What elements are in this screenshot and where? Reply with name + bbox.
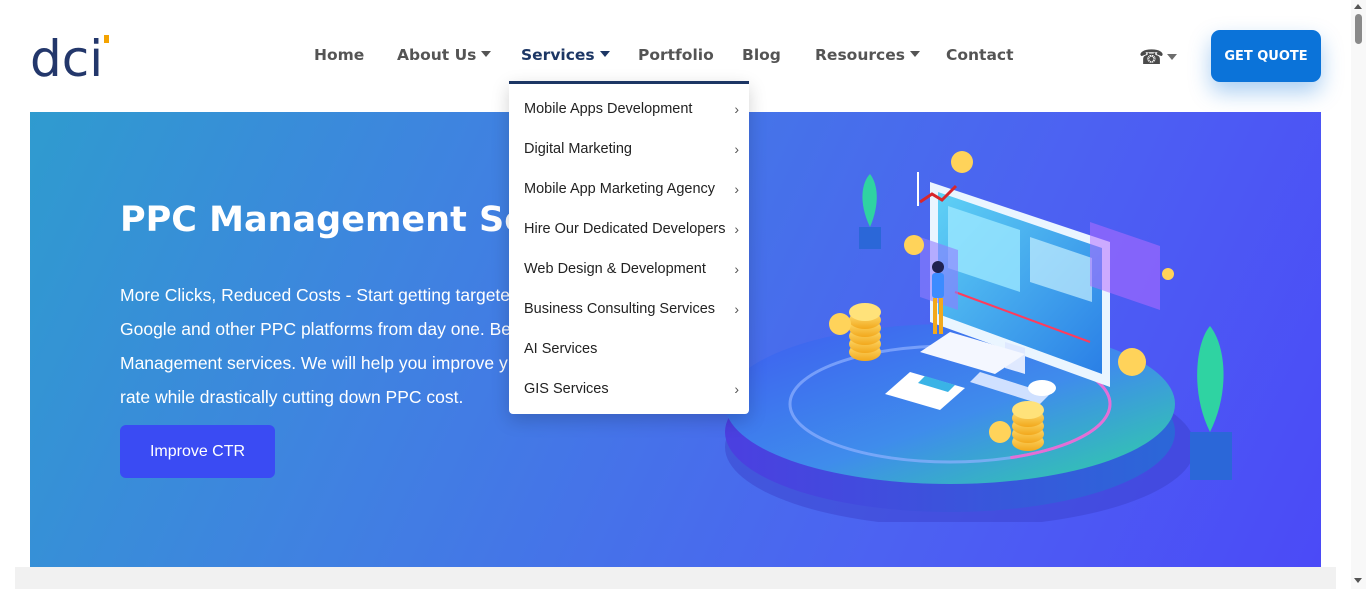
telephone-icon: ☎ bbox=[1139, 47, 1164, 69]
nav-resources[interactable]: Resources bbox=[815, 46, 920, 64]
nav-services-label: Services bbox=[521, 46, 595, 64]
caret-down-icon bbox=[909, 51, 920, 57]
menu-item-label: Hire Our Dedicated Developers bbox=[524, 221, 726, 237]
nav-home[interactable]: Home bbox=[314, 46, 364, 64]
phone-menu[interactable]: ☎ bbox=[1139, 45, 1177, 70]
nav-contact[interactable]: Contact bbox=[946, 46, 1014, 64]
chevron-right-icon: › bbox=[734, 181, 739, 197]
chevron-right-icon: › bbox=[734, 221, 739, 237]
menu-item-label: Mobile Apps Development bbox=[524, 101, 693, 117]
caret-down-icon bbox=[599, 51, 610, 57]
nav-blog[interactable]: Blog bbox=[742, 46, 781, 64]
nav-about-us-label: About Us bbox=[397, 46, 477, 64]
coin-graphic bbox=[829, 313, 851, 335]
caret-down-icon bbox=[481, 51, 492, 57]
menu-item-mobile-apps-development[interactable]: Mobile Apps Development › bbox=[524, 89, 739, 129]
scroll-up-arrow-icon[interactable] bbox=[1354, 4, 1362, 9]
nav-resources-label: Resources bbox=[815, 46, 905, 64]
hero-title: PPC Management Serv bbox=[120, 200, 569, 240]
nav-home-label: Home bbox=[314, 46, 365, 64]
page-bottom-strip bbox=[15, 567, 1336, 589]
menu-item-label: Business Consulting Services bbox=[524, 301, 716, 317]
hero-line-4: rate while drastically cutting down PPC … bbox=[120, 387, 464, 407]
hero-line-1: More Clicks, Reduced Costs - Start getti… bbox=[120, 285, 511, 305]
chevron-right-icon: › bbox=[734, 301, 739, 317]
hero-description: More Clicks, Reduced Costs - Start getti… bbox=[120, 278, 540, 414]
coin-graphic bbox=[1162, 268, 1174, 280]
menu-item-label: GIS Services bbox=[524, 381, 609, 397]
coin-graphic bbox=[989, 421, 1011, 443]
page-scrollbar[interactable] bbox=[1351, 0, 1366, 589]
nav-blog-label: Blog bbox=[742, 46, 781, 64]
dci-logo[interactable]: dci bbox=[30, 30, 112, 88]
menu-item-gis-services[interactable]: GIS Services › bbox=[524, 369, 739, 409]
hero-line-2: Google and other PPC platforms from day … bbox=[120, 319, 512, 339]
plant-graphic bbox=[1190, 326, 1232, 480]
logo-accent-dot bbox=[104, 35, 109, 43]
nav-contact-label: Contact bbox=[946, 46, 1014, 64]
nav-portfolio[interactable]: Portfolio bbox=[638, 46, 714, 64]
menu-item-digital-marketing[interactable]: Digital Marketing › bbox=[524, 129, 739, 169]
menu-item-hire-dedicated-developers[interactable]: Hire Our Dedicated Developers › bbox=[524, 209, 739, 249]
coin-graphic bbox=[951, 151, 973, 173]
menu-item-mobile-app-marketing-agency[interactable]: Mobile App Marketing Agency › bbox=[524, 169, 739, 209]
menu-item-ai-services[interactable]: AI Services bbox=[524, 329, 739, 369]
scrollbar-thumb[interactable] bbox=[1355, 14, 1362, 44]
caret-down-icon bbox=[1166, 54, 1177, 60]
nav-services[interactable]: Services bbox=[521, 46, 610, 64]
get-quote-button[interactable]: GET QUOTE bbox=[1211, 30, 1321, 82]
plant-graphic bbox=[859, 174, 881, 249]
coin-graphic bbox=[1118, 348, 1146, 376]
coin-stack bbox=[1012, 401, 1044, 451]
chevron-right-icon: › bbox=[734, 101, 739, 117]
menu-item-label: Mobile App Marketing Agency bbox=[524, 181, 716, 197]
menu-item-label: Web Design & Development bbox=[524, 261, 706, 277]
ppc-illustration bbox=[725, 151, 1232, 522]
nav-about-us[interactable]: About Us bbox=[397, 46, 492, 64]
menu-item-label: Digital Marketing bbox=[524, 141, 632, 157]
hero-line-3: Management services. We will help you im… bbox=[120, 353, 508, 373]
chevron-right-icon: › bbox=[734, 381, 739, 397]
mouse-graphic bbox=[1028, 380, 1056, 396]
coin-stack bbox=[849, 303, 881, 361]
chevron-right-icon: › bbox=[734, 141, 739, 157]
coin-graphic bbox=[904, 235, 924, 255]
logo-text: dci bbox=[30, 32, 103, 80]
menu-item-label: AI Services bbox=[524, 341, 598, 357]
menu-item-business-consulting-services[interactable]: Business Consulting Services › bbox=[524, 289, 739, 329]
nav-portfolio-label: Portfolio bbox=[638, 46, 714, 64]
scroll-down-arrow-icon[interactable] bbox=[1354, 578, 1362, 583]
services-dropdown: Mobile Apps Development › Digital Market… bbox=[509, 81, 749, 414]
menu-item-web-design-development[interactable]: Web Design & Development › bbox=[524, 249, 739, 289]
chevron-right-icon: › bbox=[734, 261, 739, 277]
improve-ctr-button[interactable]: Improve CTR bbox=[120, 425, 275, 478]
